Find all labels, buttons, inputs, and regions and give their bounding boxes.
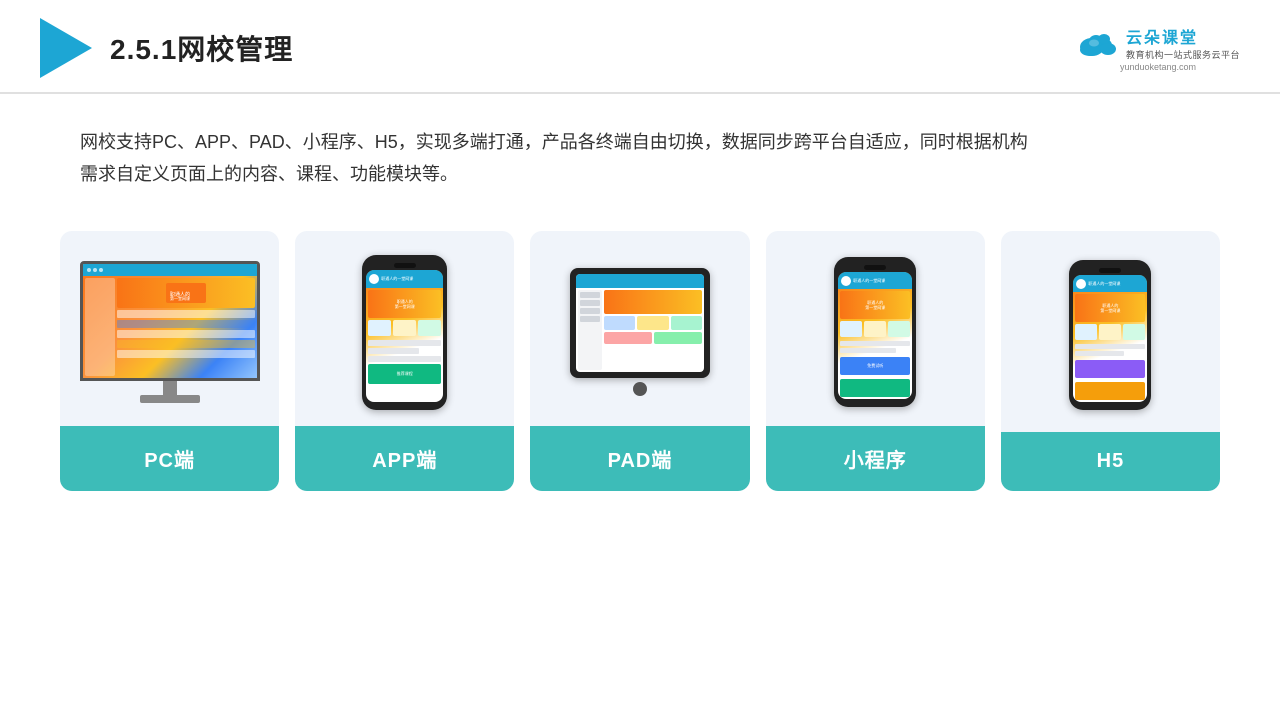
brand-logo-area: 云朵课堂 教育机构一站式服务云平台 yunduoketang.com — [1076, 24, 1240, 72]
header-left: 2.5.1网校管理 — [40, 18, 293, 78]
h5-phone-body: 职通人的一堂网课 职通人的第一堂网课 — [1069, 260, 1151, 410]
page-title: 2.5.1网校管理 — [110, 28, 293, 68]
pc-visual: 职通人的 第一堂网课 — [60, 231, 279, 426]
app-visual: 职通人的一堂网课 职通人的第一堂网课 — [295, 231, 514, 426]
description-text: 网校支持PC、APP、PAD、小程序、H5，实现多端打通，产品各终端自由切换，数… — [0, 94, 1280, 191]
logo-triangle-icon — [40, 18, 92, 78]
pad-visual — [530, 231, 749, 426]
cloud-icon — [1076, 29, 1120, 57]
svg-text:第一堂网课: 第一堂网课 — [170, 295, 190, 301]
brand-logo: 云朵课堂 教育机构一站式服务云平台 — [1076, 24, 1240, 61]
pc-monitor-icon: 职通人的 第一堂网课 — [80, 261, 260, 403]
brand-name: 云朵课堂 — [1126, 24, 1198, 48]
app-phone-body: 职通人的一堂网课 职通人的第一堂网课 — [362, 255, 447, 410]
pad-card[interactable]: PAD端 — [530, 231, 749, 491]
brand-tagline: 教育机构一站式服务云平台 — [1126, 48, 1240, 61]
app-phone-icon: 职通人的一堂网课 职通人的第一堂网课 — [362, 255, 447, 410]
brand-domain: yunduoketang.com — [1120, 62, 1196, 72]
description-paragraph: 网校支持PC、APP、PAD、小程序、H5，实现多端打通，产品各终端自由切换，数… — [80, 126, 1200, 191]
h5-visual: 职通人的一堂网课 职通人的第一堂网课 — [1001, 231, 1220, 432]
app-card[interactable]: 职通人的一堂网课 职通人的第一堂网课 — [295, 231, 514, 491]
app-label: APP端 — [295, 426, 514, 491]
pc-label: PC端 — [60, 426, 279, 491]
pc-card[interactable]: 职通人的 第一堂网课 — [60, 231, 279, 491]
miniapp-visual: 职通人的一堂网课 职通人的第一堂网课 — [766, 231, 985, 426]
pad-tablet-icon — [570, 268, 710, 396]
miniapp-phone-body: 职通人的一堂网课 职通人的第一堂网课 — [834, 257, 916, 407]
h5-label: H5 — [1001, 432, 1220, 491]
miniapp-phone-icon: 职通人的一堂网课 职通人的第一堂网课 — [834, 257, 916, 407]
miniapp-card[interactable]: 职通人的一堂网课 职通人的第一堂网课 — [766, 231, 985, 491]
miniapp-label: 小程序 — [766, 426, 985, 491]
header: 2.5.1网校管理 云朵课堂 教育机构一站式服务云平台 yunduoketang… — [0, 0, 1280, 94]
device-cards-area: 职通人的 第一堂网课 — [0, 191, 1280, 491]
brand-text: 云朵课堂 教育机构一站式服务云平台 — [1126, 24, 1240, 61]
h5-phone-icon: 职通人的一堂网课 职通人的第一堂网课 — [1069, 260, 1151, 410]
h5-card[interactable]: 职通人的一堂网课 职通人的第一堂网课 — [1001, 231, 1220, 491]
pad-label: PAD端 — [530, 426, 749, 491]
